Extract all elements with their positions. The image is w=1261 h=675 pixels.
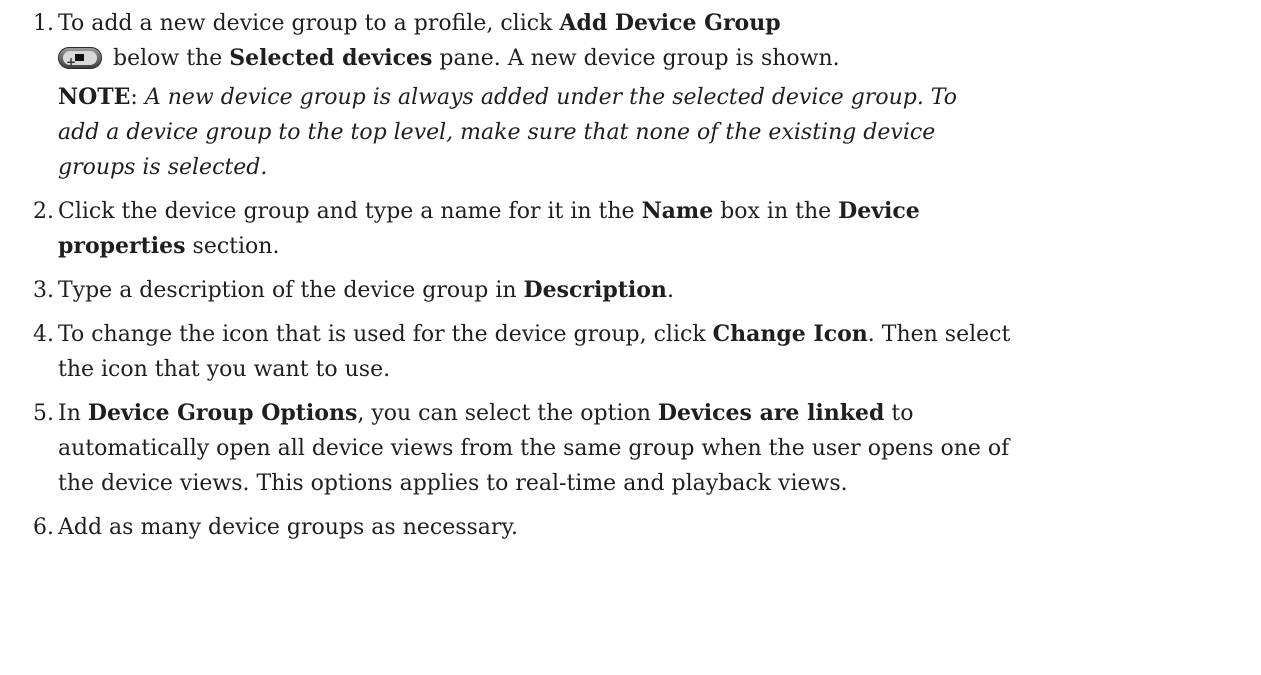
change-icon-label: Change Icon [712, 321, 868, 347]
description-label: Description [523, 277, 667, 303]
device-group-options-label: Device Group Options [87, 400, 358, 426]
step-6-line-1: Add as many device groups as necessary. [58, 515, 518, 540]
step-number: 4. [33, 322, 54, 347]
step-2-line-1: Click the device group and type a name f… [58, 198, 920, 224]
properties-label: properties [58, 233, 186, 259]
step-4-line-2: the icon that you want to use. [58, 357, 391, 382]
document-page: 1. To add a new device group to a profil… [0, 0, 1261, 675]
step-number: 3. [33, 278, 54, 303]
step-3-line-1: Type a description of the device group i… [58, 277, 674, 303]
device-label: Device [838, 198, 920, 224]
step-1-note-line-2: add a device group to the top level, mak… [58, 120, 936, 145]
procedure-steps: 1. To add a new device group to a profil… [28, 6, 1225, 545]
step-number: 2. [33, 199, 54, 224]
step-4: 4. To change the icon that is used for t… [28, 317, 1225, 387]
devices-are-linked-label: Devices are linked [657, 400, 885, 426]
step-1-note: NOTE: A new device group is always added… [58, 84, 958, 110]
step-2-line-2: properties section. [58, 233, 280, 259]
step-1-note-line-3: groups is selected. [58, 155, 268, 180]
step-4-line-1: To change the icon that is used for the … [58, 321, 1011, 347]
add-device-group-label: Add Device Group [559, 10, 781, 36]
name-label: Name [641, 198, 714, 224]
step-2: 2. Click the device group and type a nam… [28, 194, 1225, 264]
step-6: 6. Add as many device groups as necessar… [28, 510, 1225, 545]
step-1-line-2: + below the Selected devices pane. A new… [58, 41, 1225, 80]
note-label: NOTE [58, 84, 131, 110]
step-number: 6. [33, 515, 54, 540]
selected-devices-label: Selected devices [229, 45, 433, 71]
step-3: 3. Type a description of the device grou… [28, 273, 1225, 308]
step-number: 1. [33, 11, 54, 36]
step-5-line-1: In Device Group Options, you can select … [58, 400, 914, 426]
add-device-group-icon: + [58, 47, 102, 69]
step-1: 1. To add a new device group to a profil… [28, 6, 1225, 185]
step-5: 5. In Device Group Options, you can sele… [28, 396, 1225, 501]
step-number: 5. [33, 401, 54, 426]
step-1-line-1: To add a new device group to a profile, … [58, 10, 781, 36]
step-5-line-2: automatically open all device views from… [58, 436, 1010, 461]
step-5-line-3: the device views. This options applies t… [58, 471, 848, 496]
